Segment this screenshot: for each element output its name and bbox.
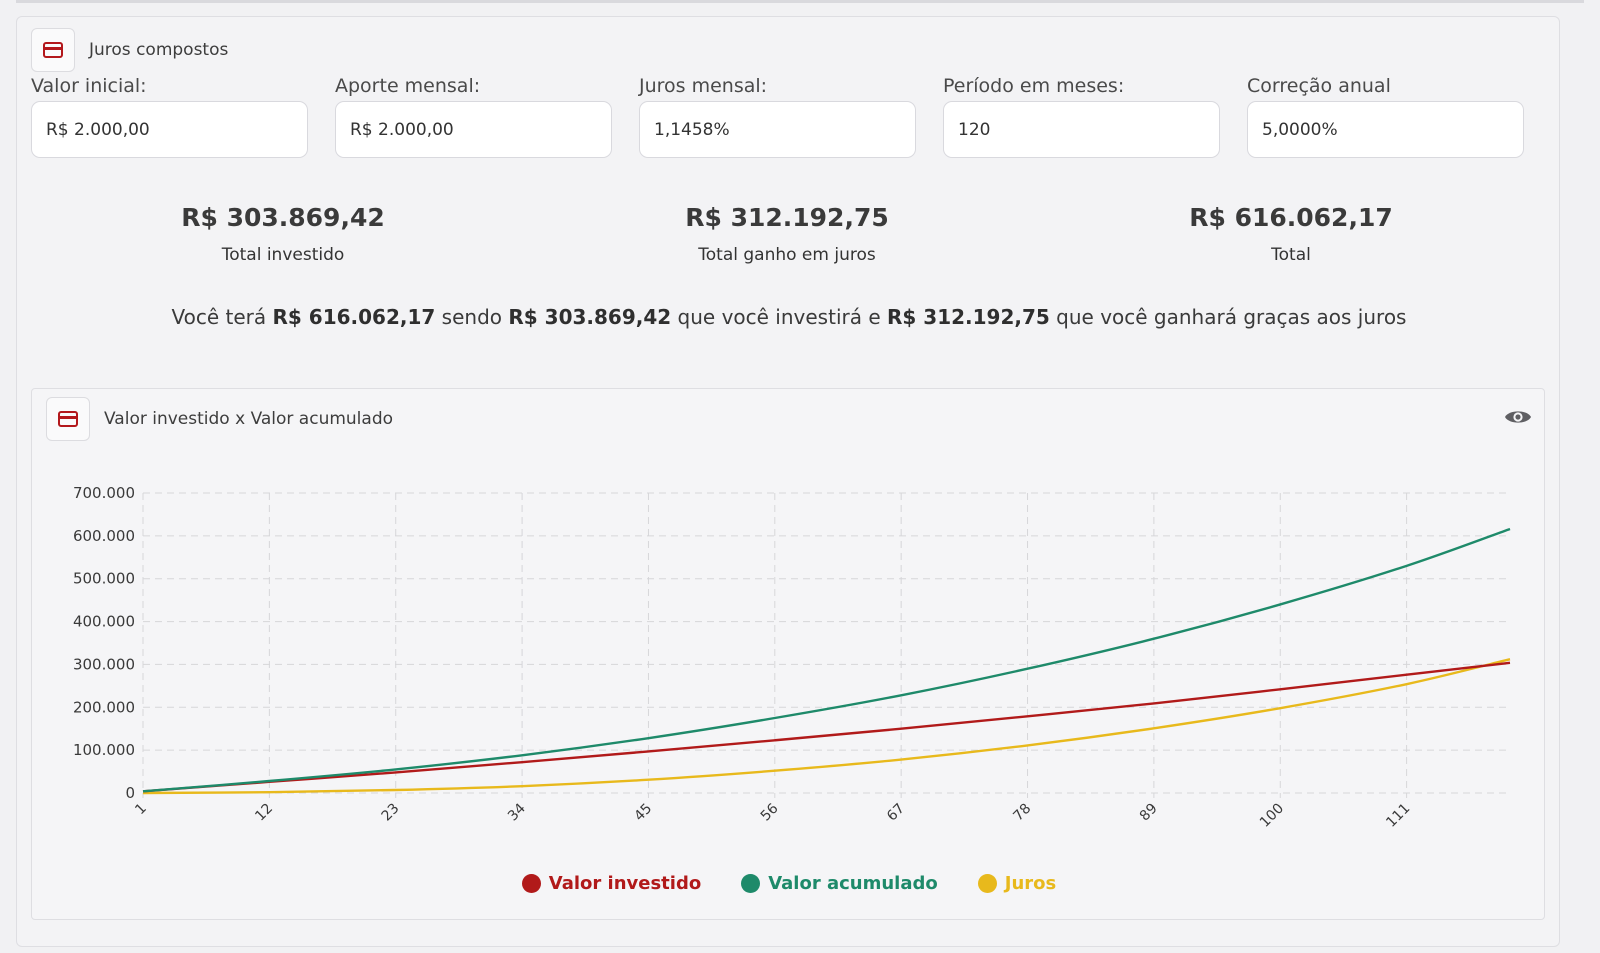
summary-total: R$ 616.062,17 (272, 305, 436, 329)
legend-label-invested: Valor investido (548, 873, 702, 894)
x-tick-label: 45 (631, 801, 655, 825)
period-months-label: Período em meses: (943, 75, 1125, 97)
y-tick-label: 600.000 (73, 527, 135, 545)
x-tick-label: 67 (884, 801, 908, 825)
stat-label: Total investido (221, 245, 345, 265)
legend-dot-accumulated (741, 874, 761, 893)
summary-text: Você terá (171, 305, 273, 329)
summary-invested: R$ 303.869,42 (508, 305, 672, 329)
annual-correction-field: Correção anual 5,0000% (1247, 73, 1524, 158)
monthly-contribution-field: Aporte mensal: R$ 2.000,00 (335, 73, 612, 158)
initial-value-label: Valor inicial: (31, 75, 147, 97)
stat-total-interest: R$ 312.192,75 Total ganho em juros (622, 203, 952, 265)
monthly-interest-input[interactable]: 1,1458% (639, 101, 916, 158)
stat-value: R$ 303.869,42 (181, 203, 385, 232)
y-tick-label: 500.000 (73, 570, 135, 588)
x-tick-label: 56 (758, 800, 782, 824)
summary-text: sendo (435, 305, 509, 329)
compound-interest-card: Juros compostos Valor inicial: R$ 2.000,… (16, 16, 1560, 947)
summary-text: que você ganhará graças aos juros (1049, 305, 1407, 329)
period-months-field: Período em meses: 120 (943, 73, 1220, 158)
x-tick-label: 89 (1137, 801, 1161, 825)
card-title: Juros compostos (89, 40, 229, 60)
card-header: Juros compostos (31, 28, 228, 72)
stat-value: R$ 312.192,75 (685, 203, 889, 232)
y-tick-label: 300.000 (73, 655, 135, 673)
annual-correction-label: Correção anual (1247, 75, 1391, 97)
legend-label-interest: Juros (1004, 873, 1057, 894)
input-fields: Valor inicial: R$ 2.000,00 Aporte mensal… (31, 73, 1551, 158)
x-tick-label: 78 (1010, 801, 1034, 825)
y-tick-label: 400.000 (73, 613, 135, 631)
series-line-accumulated (142, 527, 1511, 793)
top-divider (16, 0, 1584, 3)
credit-card-icon (31, 28, 75, 72)
series-line-invested (142, 661, 1511, 793)
legend-item-accumulated[interactable]: Valor acumulado (741, 873, 938, 894)
y-tick-label: 100.000 (73, 741, 135, 759)
legend-dot-invested (521, 874, 541, 893)
x-tick-label: 100 (1257, 801, 1287, 831)
chart-legend: Valor investido Valor acumulado Juros (32, 873, 1546, 894)
stat-value: R$ 616.062,17 (1189, 203, 1393, 232)
stat-label: Total (1271, 245, 1311, 265)
x-tick-label: 12 (252, 801, 276, 825)
line-chart: 0 100.000 200.000 300.000 400.000 500.000 600.… (73, 484, 1511, 831)
monthly-contribution-input[interactable]: R$ 2.000,00 (335, 101, 612, 158)
stat-total-invested: R$ 303.869,42 Total investido (118, 203, 448, 265)
x-tick-label: 34 (505, 800, 529, 824)
legend-dot-interest (977, 874, 997, 893)
y-tick-label: 0 (125, 784, 135, 802)
x-tick-label: 1 (132, 801, 150, 819)
legend-item-invested[interactable]: Valor investido (521, 873, 702, 894)
legend-label-accumulated: Valor acumulado (768, 873, 938, 894)
y-tick-label: 700.000 (73, 484, 135, 502)
x-tick-label: 23 (379, 801, 403, 825)
period-months-input[interactable]: 120 (943, 101, 1220, 158)
y-tick-label: 200.000 (73, 698, 135, 716)
x-tick-label: 111 (1383, 801, 1413, 831)
initial-value-field: Valor inicial: R$ 2.000,00 (31, 73, 308, 158)
stat-label: Total ganho em juros (698, 245, 876, 265)
monthly-interest-label: Juros mensal: (639, 75, 768, 97)
chart-card: Valor investido x Valor acumulado 0 100.0… (31, 388, 1545, 920)
summary-sentence: Você terá R$ 616.062,17 sendo R$ 303.869… (17, 305, 1561, 329)
annual-correction-input[interactable]: 5,0000% (1247, 101, 1524, 158)
stat-total: R$ 616.062,17 Total (1126, 203, 1456, 265)
summary-text: que você investirá e (671, 305, 887, 329)
summary-interest: R$ 312.192,75 (887, 305, 1050, 329)
legend-item-interest[interactable]: Juros (977, 873, 1057, 894)
initial-value-input[interactable]: R$ 2.000,00 (31, 101, 308, 158)
monthly-contribution-label: Aporte mensal: (335, 75, 481, 97)
monthly-interest-field: Juros mensal: 1,1458% (639, 73, 916, 158)
